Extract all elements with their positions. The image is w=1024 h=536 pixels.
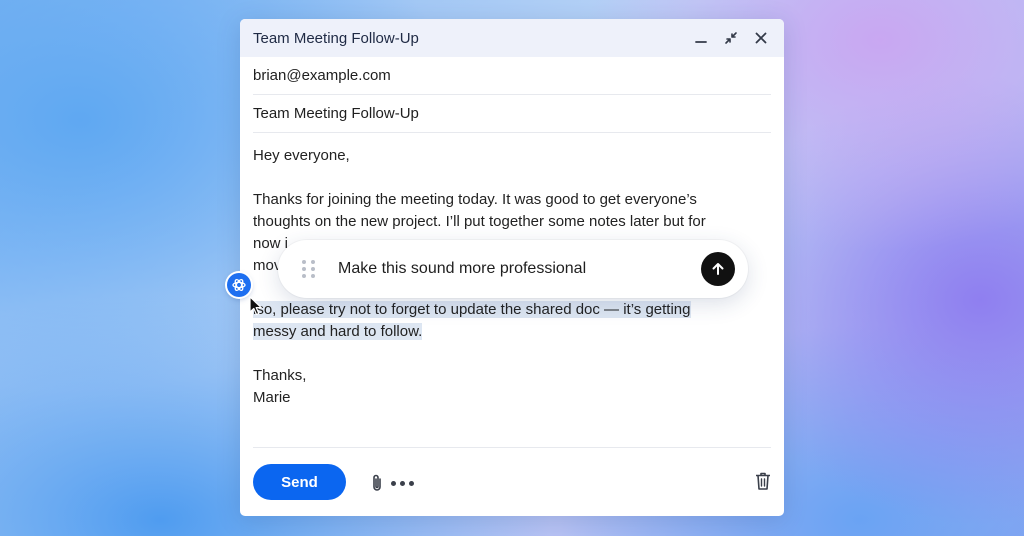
greeting: Hey everyone, xyxy=(253,147,350,164)
window-title: Team Meeting Follow-Up xyxy=(253,29,419,47)
collapse-icon xyxy=(725,32,737,44)
drag-grip-icon[interactable] xyxy=(302,260,316,278)
body-line: Thanks for joining the meeting today. It… xyxy=(253,191,697,208)
submit-prompt-button[interactable] xyxy=(701,252,735,286)
openai-logo-icon xyxy=(232,278,246,292)
send-button[interactable]: Send xyxy=(253,464,346,500)
footer-divider xyxy=(253,447,771,448)
trash-icon[interactable] xyxy=(754,471,772,491)
to-value: brian@example.com xyxy=(253,67,391,84)
selected-text-line: lso, please try not to forget to update … xyxy=(253,301,691,318)
body-line: thoughts on the new project. I’ll put to… xyxy=(253,213,706,230)
signoff: Thanks, xyxy=(253,367,307,384)
selected-text-line: messy and hard to follow. xyxy=(253,323,423,340)
close-icon xyxy=(755,32,767,44)
ai-prompt-input[interactable] xyxy=(338,260,701,278)
subject-value: Team Meeting Follow-Up xyxy=(253,105,419,122)
minimize-icon xyxy=(695,41,707,43)
compose-titlebar: Team Meeting Follow-Up xyxy=(240,19,784,57)
to-field[interactable]: brian@example.com xyxy=(253,57,771,95)
ai-assistant-button[interactable] xyxy=(227,273,251,297)
minimize-button[interactable] xyxy=(690,27,712,49)
collapse-button[interactable] xyxy=(720,27,742,49)
more-dots-icon[interactable] xyxy=(391,476,417,490)
arrow-up-icon xyxy=(712,263,724,275)
close-button[interactable] xyxy=(750,27,772,49)
paperclip-icon[interactable] xyxy=(370,473,384,493)
ai-prompt-bar xyxy=(278,240,748,298)
signature: Marie xyxy=(253,389,291,406)
paragraph-2-selected: lso, please try not to forget to update … xyxy=(253,299,753,343)
subject-field[interactable]: Team Meeting Follow-Up xyxy=(253,95,771,133)
